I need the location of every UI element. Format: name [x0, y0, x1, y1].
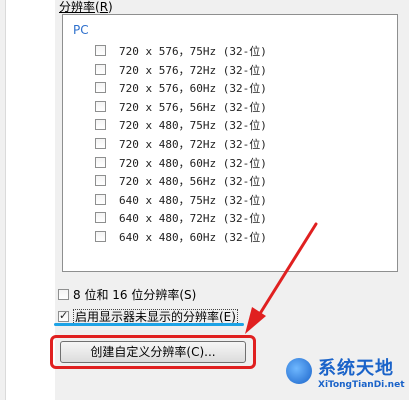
watermark-subtitle: XiTongTianDi.net [318, 380, 405, 390]
annotation-arrow-icon [245, 222, 318, 334]
watermark-title: 系统天地 [318, 358, 394, 379]
watermark: 系统天地 XiTongTianDi.net [282, 352, 407, 396]
watermark-logo-icon [286, 358, 312, 384]
